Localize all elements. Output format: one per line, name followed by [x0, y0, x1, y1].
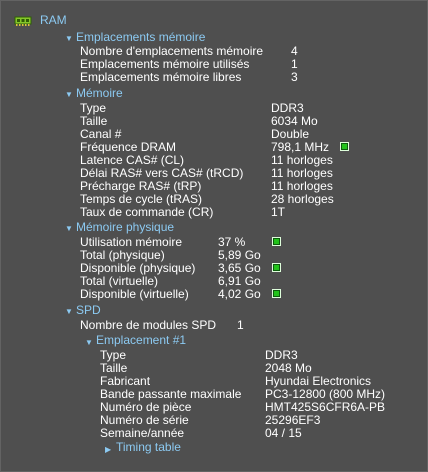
physical-value: 4,02 Go — [218, 287, 261, 301]
memory-value: 1T — [271, 205, 286, 219]
slots-value: 3 — [291, 70, 298, 84]
spd-modules-label: Nombre de modules SPD — [80, 318, 217, 332]
available-physical-indicator-icon — [272, 263, 281, 272]
triangle-right-icon[interactable]: ▶ — [105, 443, 111, 456]
usage-indicator-icon — [272, 237, 281, 246]
tree-root-ram[interactable]: RAM — [40, 14, 67, 27]
spd-slot-value: 04 / 15 — [265, 426, 302, 440]
slots-label: Emplacements mémoire libres — [80, 70, 242, 84]
triangle-down-icon[interactable]: ▼ — [85, 336, 93, 349]
section-spd-title[interactable]: SPD — [76, 304, 101, 317]
frequency-indicator-icon — [340, 142, 349, 151]
section-slots-title[interactable]: Emplacements mémoire — [76, 31, 205, 44]
ram-chip-icon — [14, 16, 32, 26]
section-memory-title[interactable]: Mémoire — [76, 87, 123, 100]
triangle-down-icon[interactable]: ▼ — [65, 32, 73, 45]
memory-label: Taux de commande (CR) — [80, 205, 214, 219]
physical-label: Disponible (virtuelle) — [80, 287, 189, 301]
spd-slot-title[interactable]: Emplacement #1 — [96, 334, 186, 347]
spd-slot-label: Semaine/année — [100, 426, 185, 440]
timing-table-node[interactable]: Timing table — [116, 441, 181, 454]
triangle-down-icon[interactable]: ▼ — [65, 222, 73, 235]
section-physical-title[interactable]: Mémoire physique — [76, 221, 174, 234]
available-virtual-indicator-icon — [272, 289, 281, 298]
spd-modules-value: 1 — [237, 318, 244, 332]
triangle-down-icon[interactable]: ▼ — [65, 305, 73, 318]
triangle-down-icon[interactable]: ▼ — [65, 88, 73, 101]
